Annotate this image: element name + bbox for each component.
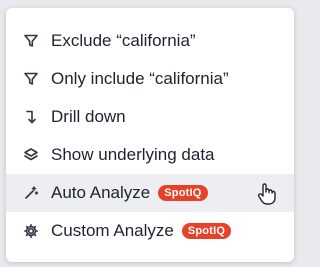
menu-item-label: Only include “california” (51, 69, 229, 88)
menu-item-only-include[interactable]: Only include “california” (6, 60, 294, 98)
menu-item-auto-analyze[interactable]: Auto Analyze SpotIQ (6, 174, 294, 212)
menu-item-label: Drill down (51, 107, 126, 126)
menu-item-show-underlying-data[interactable]: Show underlying data (6, 136, 294, 174)
context-menu: Exclude “california” Only include “calif… (6, 8, 294, 262)
menu-item-label: Auto Analyze (51, 183, 151, 202)
drill-down-arrow-icon (22, 108, 40, 126)
menu-item-exclude[interactable]: Exclude “california” (6, 22, 294, 60)
menu-item-label: Show underlying data (51, 145, 215, 164)
filter-icon (22, 70, 40, 88)
spotiq-badge: SpotIQ (181, 223, 232, 239)
sparkle-wand-icon (22, 184, 40, 202)
layers-icon (22, 146, 40, 164)
menu-item-label: Exclude “california” (51, 31, 196, 50)
menu-item-label: Custom Analyze (51, 221, 174, 240)
filter-icon (22, 32, 40, 50)
gear-icon (22, 222, 40, 240)
menu-item-custom-analyze[interactable]: Custom Analyze SpotIQ (6, 212, 294, 250)
hand-cursor-icon (256, 182, 278, 206)
spotiq-badge: SpotIQ (158, 185, 208, 201)
menu-item-drill-down[interactable]: Drill down (6, 98, 294, 136)
